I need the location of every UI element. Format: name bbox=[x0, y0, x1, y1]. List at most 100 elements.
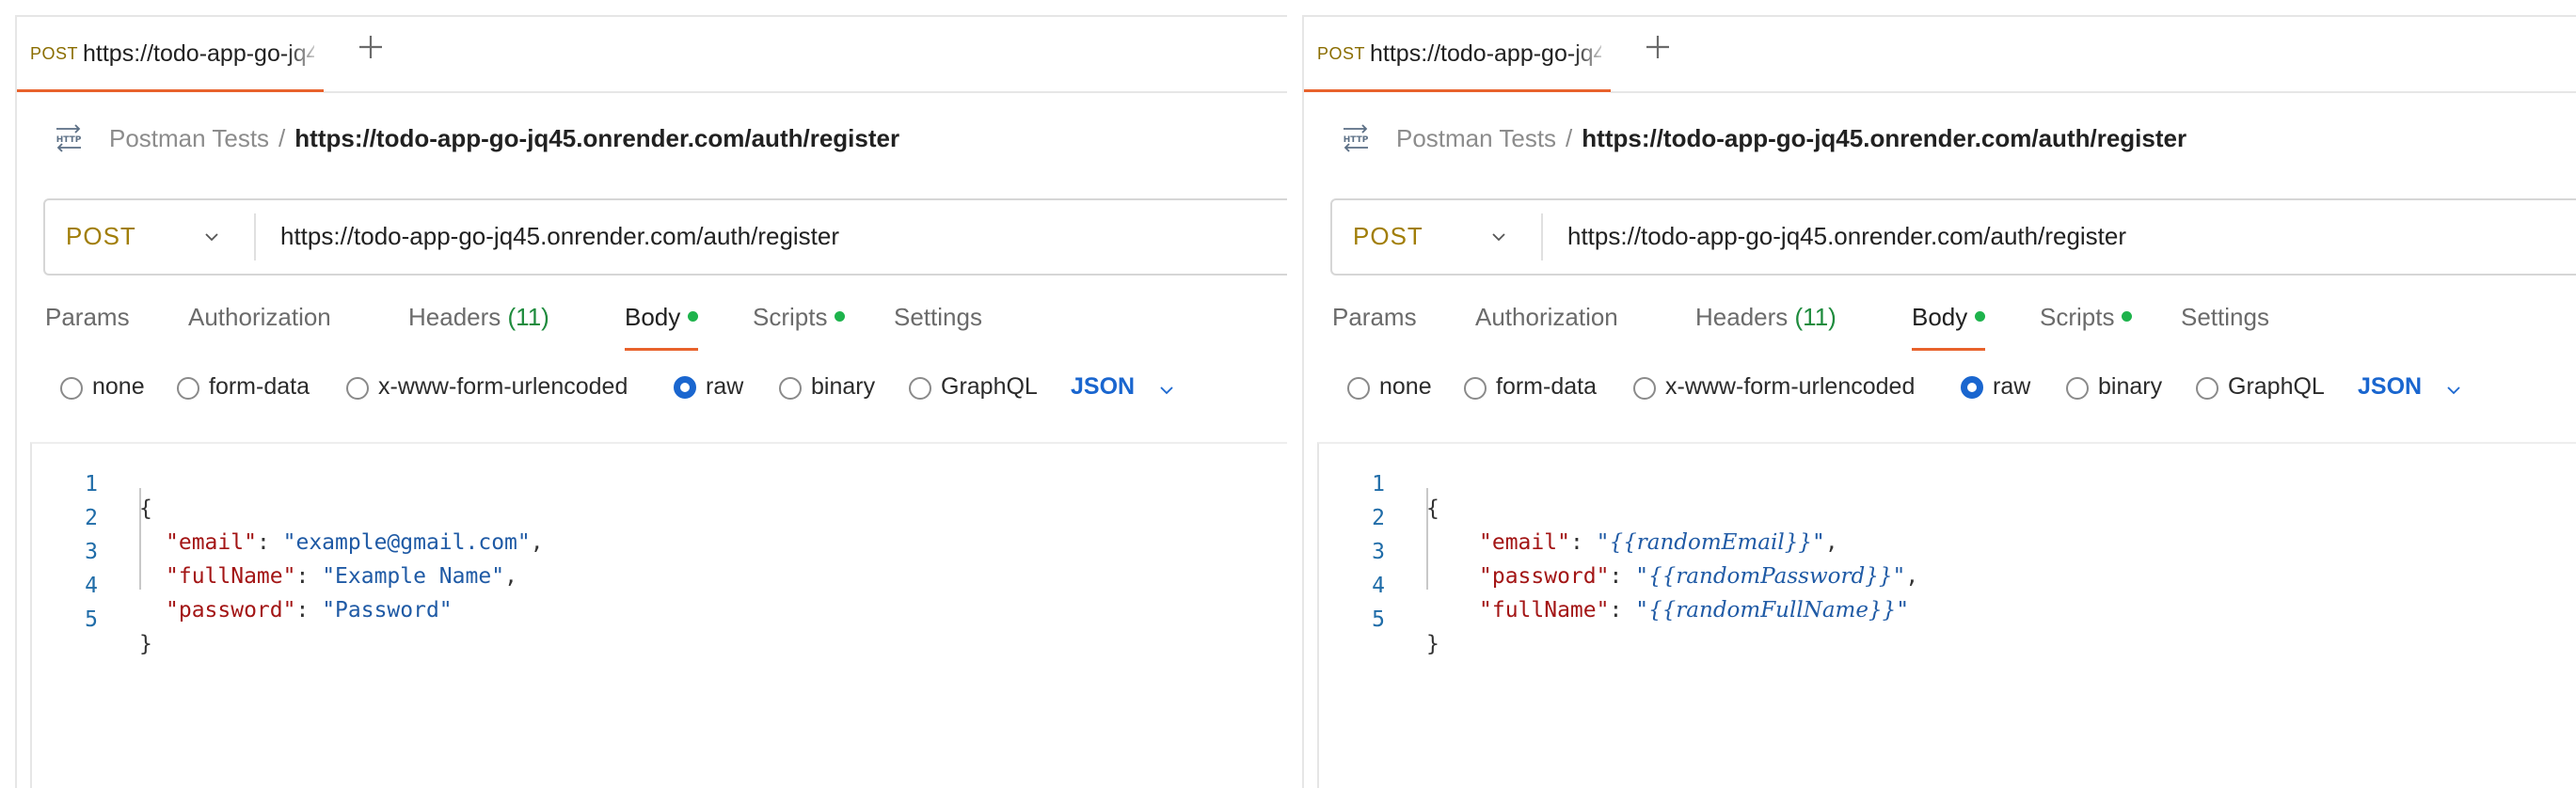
radio-icon bbox=[1633, 377, 1656, 400]
radio-icon bbox=[779, 377, 802, 400]
plus-icon[interactable] bbox=[1643, 32, 1673, 62]
radio-icon bbox=[909, 377, 931, 400]
svg-text:HTTP: HTTP bbox=[1344, 135, 1369, 145]
code-line: 3 "password": "{{randomPassword}}", bbox=[1317, 515, 2540, 589]
line-number: 5 bbox=[85, 607, 98, 632]
tab-title: https://todo-app-go-jq45.onrender.com/au… bbox=[83, 40, 314, 67]
tab-bar-divider bbox=[1611, 91, 2576, 93]
tab-settings[interactable]: Settings bbox=[894, 303, 982, 348]
http-icon: HTTP bbox=[1344, 124, 1369, 152]
breadcrumb: Postman Tests / https://todo-app-go-jq45.o… bbox=[109, 124, 899, 153]
format-dropdown[interactable]: JSON bbox=[1071, 373, 1135, 401]
url-input[interactable]: https://todo-app-go-jq45.onrender.com/au… bbox=[280, 222, 839, 251]
tab-title-fade bbox=[1573, 26, 1611, 83]
radio-icon bbox=[2066, 377, 2089, 400]
radio-label: GraphQL bbox=[2228, 373, 2325, 400]
breadcrumb-collection[interactable]: Postman Tests bbox=[1396, 124, 1556, 152]
tab-body[interactable]: Body bbox=[625, 303, 699, 351]
chevron-down-icon[interactable] bbox=[1157, 381, 1176, 400]
radio-label: none bbox=[1379, 373, 1432, 400]
format-dropdown[interactable]: JSON bbox=[2358, 373, 2422, 401]
url-input[interactable]: https://todo-app-go-jq45.onrender.com/au… bbox=[1567, 222, 2126, 251]
radio-label: binary bbox=[811, 373, 876, 400]
chevron-down-icon bbox=[1492, 233, 1505, 242]
radio-label: raw bbox=[1993, 373, 2031, 400]
code-line: 4 "password": "Password" bbox=[30, 549, 1253, 623]
headers-count: (11) bbox=[1794, 303, 1837, 331]
scripts-status-dot bbox=[2122, 310, 2133, 322]
http-icon: HTTP bbox=[56, 124, 82, 152]
radio-label: form-data bbox=[1496, 373, 1597, 400]
scripts-status-dot bbox=[835, 310, 846, 322]
request-tab[interactable]: POST https://todo-app-go-jq45.onrender.c… bbox=[17, 17, 324, 92]
breadcrumb-current-request[interactable]: https://todo-app-go-jq45.onrender.com/au… bbox=[294, 124, 899, 152]
radio-label: form-data bbox=[209, 373, 310, 400]
tab-scripts[interactable]: Scripts bbox=[2040, 303, 2133, 348]
radio-icon bbox=[346, 377, 369, 400]
tab-authorization[interactable]: Authorization bbox=[188, 303, 331, 348]
line-number: 5 bbox=[1372, 607, 1385, 632]
breadcrumb-collection[interactable]: Postman Tests bbox=[109, 124, 269, 152]
tab-headers-label: Headers bbox=[408, 303, 501, 331]
url-bar: POST https://todo-app-go-jq45.onrender.c… bbox=[43, 198, 1287, 276]
chevron-down-icon bbox=[205, 233, 218, 242]
code-line: 3 "fullName": "Example Name", bbox=[30, 515, 1253, 589]
request-panel-right: POST https://todo-app-go-jq45.onrender.c… bbox=[1287, 0, 2576, 788]
tab-scripts-label: Scripts bbox=[2040, 303, 2115, 331]
code-line: 2 "email": "example@gmail.com", bbox=[30, 481, 1253, 555]
radio-selected-icon bbox=[674, 376, 696, 399]
svg-text:HTTP: HTTP bbox=[56, 135, 82, 145]
tab-params[interactable]: Params bbox=[1332, 303, 1417, 348]
tab-settings[interactable]: Settings bbox=[2181, 303, 2269, 348]
body-status-dot bbox=[1975, 310, 1986, 322]
radio-label: none bbox=[92, 373, 145, 400]
breadcrumb: Postman Tests / https://todo-app-go-jq45.o… bbox=[1396, 124, 2186, 153]
url-bar: POST https://todo-app-go-jq45.onrender.c… bbox=[1330, 198, 2576, 276]
breadcrumb-separator: / bbox=[278, 124, 286, 152]
request-tab[interactable]: POST https://todo-app-go-jq45.onrender.c… bbox=[1304, 17, 1611, 92]
radio-label: raw bbox=[706, 373, 744, 400]
radio-icon bbox=[177, 377, 199, 400]
breadcrumb-separator: / bbox=[1566, 124, 1573, 152]
tab-scripts-label: Scripts bbox=[753, 303, 828, 331]
tab-title: https://todo-app-go-jq45.onrender.com/au… bbox=[1370, 40, 1601, 67]
code-line: 5 } bbox=[1317, 583, 2540, 656]
tab-headers[interactable]: Headers (11) bbox=[408, 303, 549, 348]
method-dropdown[interactable]: POST bbox=[1332, 200, 1539, 274]
radio-label: x-www-form-urlencoded bbox=[1665, 373, 1916, 400]
plus-icon[interactable] bbox=[356, 32, 386, 62]
code-line: 1 { bbox=[30, 448, 1253, 521]
chevron-down-icon[interactable] bbox=[2444, 381, 2463, 400]
tab-body-label: Body bbox=[1912, 303, 1968, 331]
radio-label: x-www-form-urlencoded bbox=[378, 373, 628, 400]
close-brace: } bbox=[139, 632, 152, 656]
tab-bar-divider bbox=[324, 91, 1287, 93]
tab-headers-label: Headers bbox=[1695, 303, 1789, 331]
tab-title-fade bbox=[286, 26, 324, 83]
radio-label: GraphQL bbox=[941, 373, 1038, 400]
method-value: POST bbox=[66, 222, 136, 250]
code-line: 1 { bbox=[1317, 448, 2540, 521]
radio-label: binary bbox=[2098, 373, 2163, 400]
tab-authorization[interactable]: Authorization bbox=[1475, 303, 1618, 348]
tab-params[interactable]: Params bbox=[45, 303, 130, 348]
url-bar-divider bbox=[1541, 213, 1543, 260]
window-border bbox=[1302, 15, 1304, 788]
code-text: } bbox=[139, 632, 152, 656]
tab-headers[interactable]: Headers (11) bbox=[1695, 303, 1837, 348]
breadcrumb-current-request[interactable]: https://todo-app-go-jq45.onrender.com/au… bbox=[1582, 124, 2186, 152]
radio-selected-icon bbox=[1961, 376, 1983, 399]
url-bar-divider bbox=[254, 213, 256, 260]
method-value: POST bbox=[1353, 222, 1423, 250]
code-text: } bbox=[1426, 632, 1439, 656]
tab-method-label: POST bbox=[1317, 44, 1366, 63]
request-panel-left: POST https://todo-app-go-jq45.onrender.c… bbox=[0, 0, 1287, 788]
code-line: 4 "fullName": "{{randomFullName}}" bbox=[1317, 549, 2540, 623]
method-dropdown[interactable]: POST bbox=[45, 200, 252, 274]
tab-body[interactable]: Body bbox=[1912, 303, 1986, 351]
radio-icon bbox=[1347, 377, 1370, 400]
tab-scripts[interactable]: Scripts bbox=[753, 303, 846, 348]
tab-method-label: POST bbox=[30, 44, 79, 63]
radio-icon bbox=[2196, 377, 2218, 400]
close-brace: } bbox=[1426, 632, 1439, 656]
